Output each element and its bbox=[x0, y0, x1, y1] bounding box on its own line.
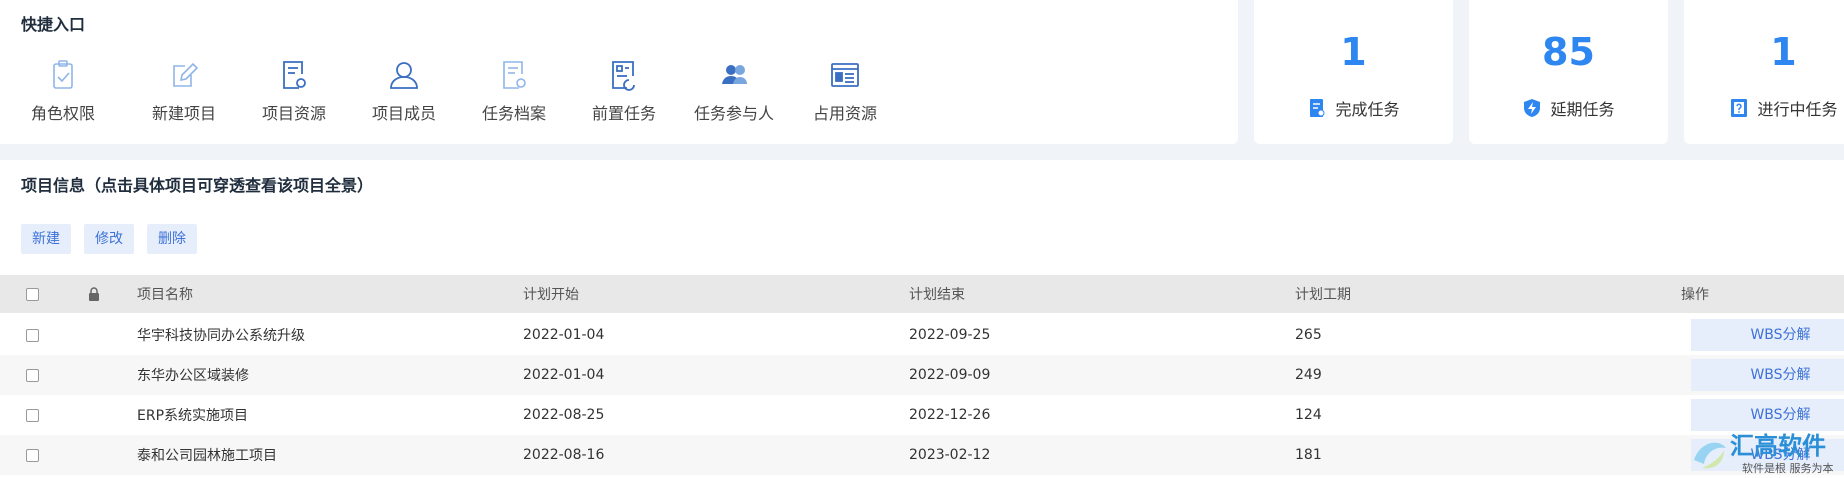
quick-item-predecessor-task[interactable]: 前置任务 bbox=[569, 58, 679, 124]
row-checkbox[interactable] bbox=[26, 448, 39, 462]
project-info-title: 项目信息（点击具体项目可穿透查看该项目全景） bbox=[21, 176, 374, 195]
table-row[interactable]: 华宇科技协同办公系统升级 2022-01-04 2022-09-25 265 W… bbox=[0, 315, 1844, 355]
column-header-end[interactable]: 计划结束 bbox=[909, 275, 965, 313]
plan-start: 2022-01-04 bbox=[523, 327, 605, 343]
quick-item-task-participants[interactable]: 任务参与人 bbox=[679, 58, 789, 124]
quick-item-task-archive[interactable]: 任务档案 bbox=[459, 58, 569, 124]
column-header-duration[interactable]: 计划工期 bbox=[1295, 275, 1351, 313]
wbs-button[interactable]: WBS分解 bbox=[1691, 319, 1844, 351]
quick-item-occupied-resource[interactable]: 占用资源 bbox=[790, 58, 900, 124]
resource-list-icon bbox=[831, 63, 859, 87]
table-row[interactable]: 泰和公司园林施工项目 2022-08-16 2023-02-12 181 WBS… bbox=[0, 435, 1844, 475]
quick-item-label: 新建项目 bbox=[151, 104, 216, 123]
plan-start: 2022-08-25 bbox=[523, 407, 605, 423]
document-settings-icon bbox=[283, 61, 306, 89]
row-checkbox[interactable] bbox=[26, 328, 39, 342]
column-header-start[interactable]: 计划开始 bbox=[523, 275, 579, 313]
shield-bolt-icon bbox=[1524, 99, 1541, 117]
stat-card-completed[interactable]: 1 完成任务 bbox=[1254, 0, 1453, 144]
plan-duration: 265 bbox=[1295, 327, 1322, 343]
quick-entry-title: 快捷入口 bbox=[21, 15, 86, 34]
quick-item-label: 任务档案 bbox=[481, 104, 546, 123]
stat-value: 1 bbox=[1770, 30, 1797, 74]
row-checkbox[interactable] bbox=[26, 368, 39, 382]
watermark-slogan: 软件是根 服务为本 bbox=[1742, 461, 1834, 475]
plan-duration: 249 bbox=[1295, 367, 1322, 383]
edit-button[interactable]: 修改 bbox=[84, 224, 134, 254]
plan-start: 2022-08-16 bbox=[523, 447, 605, 463]
table-row[interactable]: ERP系统实施项目 2022-08-25 2022-12-26 124 WBS分… bbox=[0, 395, 1844, 435]
quick-item-role-permission[interactable]: 角色权限 bbox=[8, 58, 118, 124]
row-checkbox[interactable] bbox=[26, 408, 39, 422]
project-name[interactable]: 泰和公司园林施工项目 bbox=[137, 435, 277, 475]
edit-document-icon bbox=[173, 62, 199, 87]
lock-icon bbox=[89, 287, 99, 301]
project-name[interactable]: ERP系统实施项目 bbox=[137, 395, 248, 435]
quick-item-label: 角色权限 bbox=[30, 104, 95, 123]
stat-value: 1 bbox=[1340, 30, 1367, 74]
document-icon bbox=[1310, 99, 1325, 117]
table-header: 项目名称 计划开始 计划结束 计划工期 操作 bbox=[0, 275, 1844, 313]
watermark-logo: 汇高软件 软件是根 服务为本 bbox=[1694, 432, 1834, 475]
plan-end: 2022-09-09 bbox=[909, 367, 991, 383]
column-header-action: 操作 bbox=[1681, 287, 1709, 303]
clipboard-check-icon bbox=[53, 60, 73, 89]
delete-button[interactable]: 删除 bbox=[147, 224, 197, 254]
participants-icon bbox=[722, 65, 747, 84]
quick-item-project-members[interactable]: 项目成员 bbox=[349, 58, 459, 124]
quick-item-project-resource[interactable]: 项目资源 bbox=[239, 58, 349, 124]
project-info-panel: 项目信息（点击具体项目可穿透查看该项目全景） 新建 修改 删除 项目名称 计划开… bbox=[0, 160, 1844, 478]
table-row[interactable]: 东华办公区域装修 2022-01-04 2022-09-09 249 WBS分解 bbox=[0, 355, 1844, 395]
plan-start: 2022-01-04 bbox=[523, 367, 605, 383]
plan-end: 2022-09-25 bbox=[909, 327, 991, 343]
plan-duration: 181 bbox=[1295, 447, 1322, 463]
user-icon bbox=[390, 62, 418, 89]
quick-entry-panel: 快捷入口 角色权限 新建项目 项目资源 项目成员 任务档案 前置任务 任务参与人… bbox=[0, 0, 1238, 144]
stat-label: 完成任务 bbox=[1335, 100, 1400, 119]
column-header-name[interactable]: 项目名称 bbox=[137, 275, 193, 313]
quick-item-label: 占用资源 bbox=[812, 104, 877, 123]
project-name[interactable]: 华宇科技协同办公系统升级 bbox=[137, 315, 305, 355]
new-button[interactable]: 新建 bbox=[21, 224, 71, 254]
quick-item-new-project[interactable]: 新建项目 bbox=[129, 58, 239, 124]
stat-label: 进行中任务 bbox=[1757, 100, 1838, 119]
stat-card-in-progress[interactable]: 1 进行中任务 bbox=[1684, 0, 1844, 144]
document-settings-icon bbox=[503, 61, 526, 89]
plan-end: 2023-02-12 bbox=[909, 447, 991, 463]
quick-item-label: 项目资源 bbox=[261, 104, 326, 123]
project-name[interactable]: 东华办公区域装修 bbox=[137, 355, 249, 395]
question-box-icon bbox=[1731, 99, 1748, 117]
watermark-brand: 汇高软件 bbox=[1730, 432, 1826, 460]
quick-item-label: 任务参与人 bbox=[693, 104, 774, 123]
plan-end: 2022-12-26 bbox=[909, 407, 991, 423]
stat-value: 85 bbox=[1542, 30, 1595, 74]
wbs-button[interactable]: WBS分解 bbox=[1691, 359, 1844, 391]
select-all-checkbox[interactable] bbox=[26, 287, 39, 301]
task-flow-icon bbox=[612, 61, 635, 91]
plan-duration: 124 bbox=[1295, 407, 1322, 423]
stat-card-delayed[interactable]: 85 延期任务 bbox=[1469, 0, 1668, 144]
quick-item-label: 项目成员 bbox=[371, 104, 436, 123]
quick-item-label: 前置任务 bbox=[591, 104, 656, 123]
stat-label: 延期任务 bbox=[1550, 100, 1615, 119]
